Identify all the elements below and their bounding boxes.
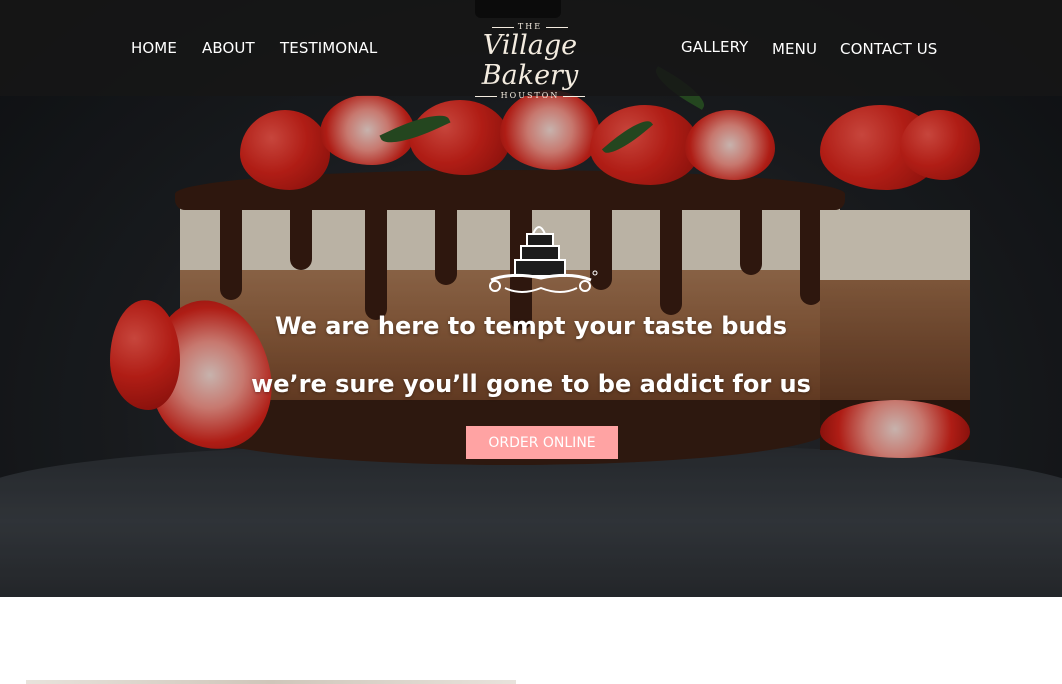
order-online-button[interactable]: ORDER ONLINE	[466, 426, 618, 459]
hero-headline-2: we’re sure you’ll gone to be addict for …	[251, 370, 811, 398]
hero-headline-1: We are here to tempt your taste buds	[274, 312, 788, 340]
nav-testimonial[interactable]: TESTIMONAL	[280, 39, 377, 57]
logo[interactable]: THE Village Bakery HOUSTON	[440, 22, 620, 100]
nav-home[interactable]: HOME	[131, 39, 177, 57]
next-section-image-edge	[26, 680, 516, 684]
nav-about[interactable]: ABOUT	[202, 39, 255, 57]
nav-gallery[interactable]: GALLERY	[681, 38, 748, 56]
camera-notch	[475, 0, 561, 18]
nav-menu[interactable]: MENU	[772, 40, 817, 58]
nav-contact-us[interactable]: CONTACT US	[840, 40, 937, 58]
logo-name: Village Bakery	[481, 30, 579, 91]
cake-stand-icon	[489, 226, 598, 293]
logo-bottom-text: HOUSTON	[500, 91, 560, 100]
